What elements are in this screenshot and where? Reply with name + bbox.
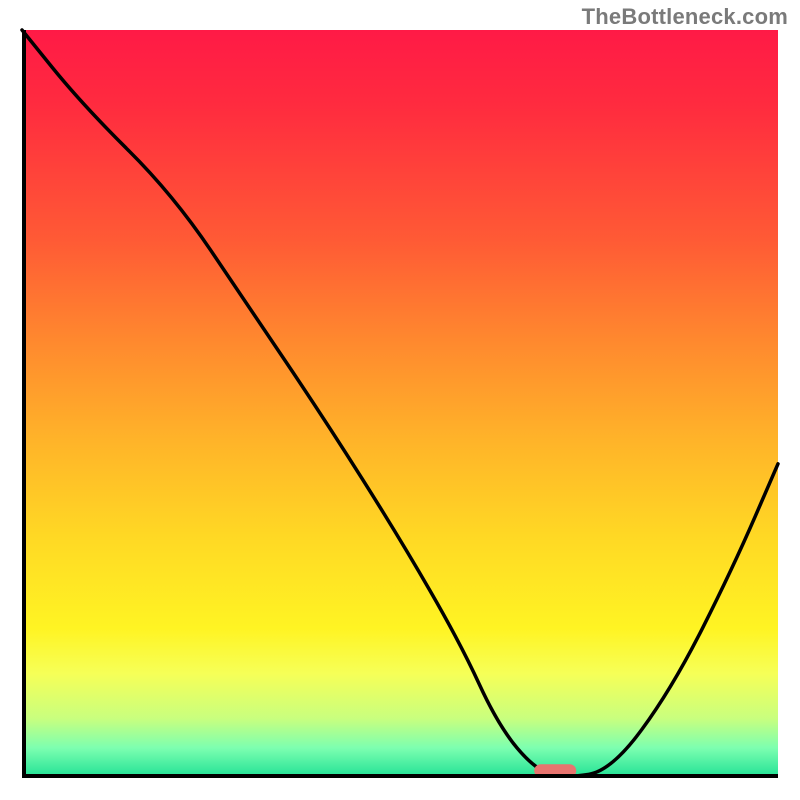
- watermark-text: TheBottleneck.com: [582, 4, 788, 30]
- plot-area: [22, 30, 778, 778]
- optimal-marker: [534, 764, 576, 777]
- bottleneck-curve: [22, 30, 778, 778]
